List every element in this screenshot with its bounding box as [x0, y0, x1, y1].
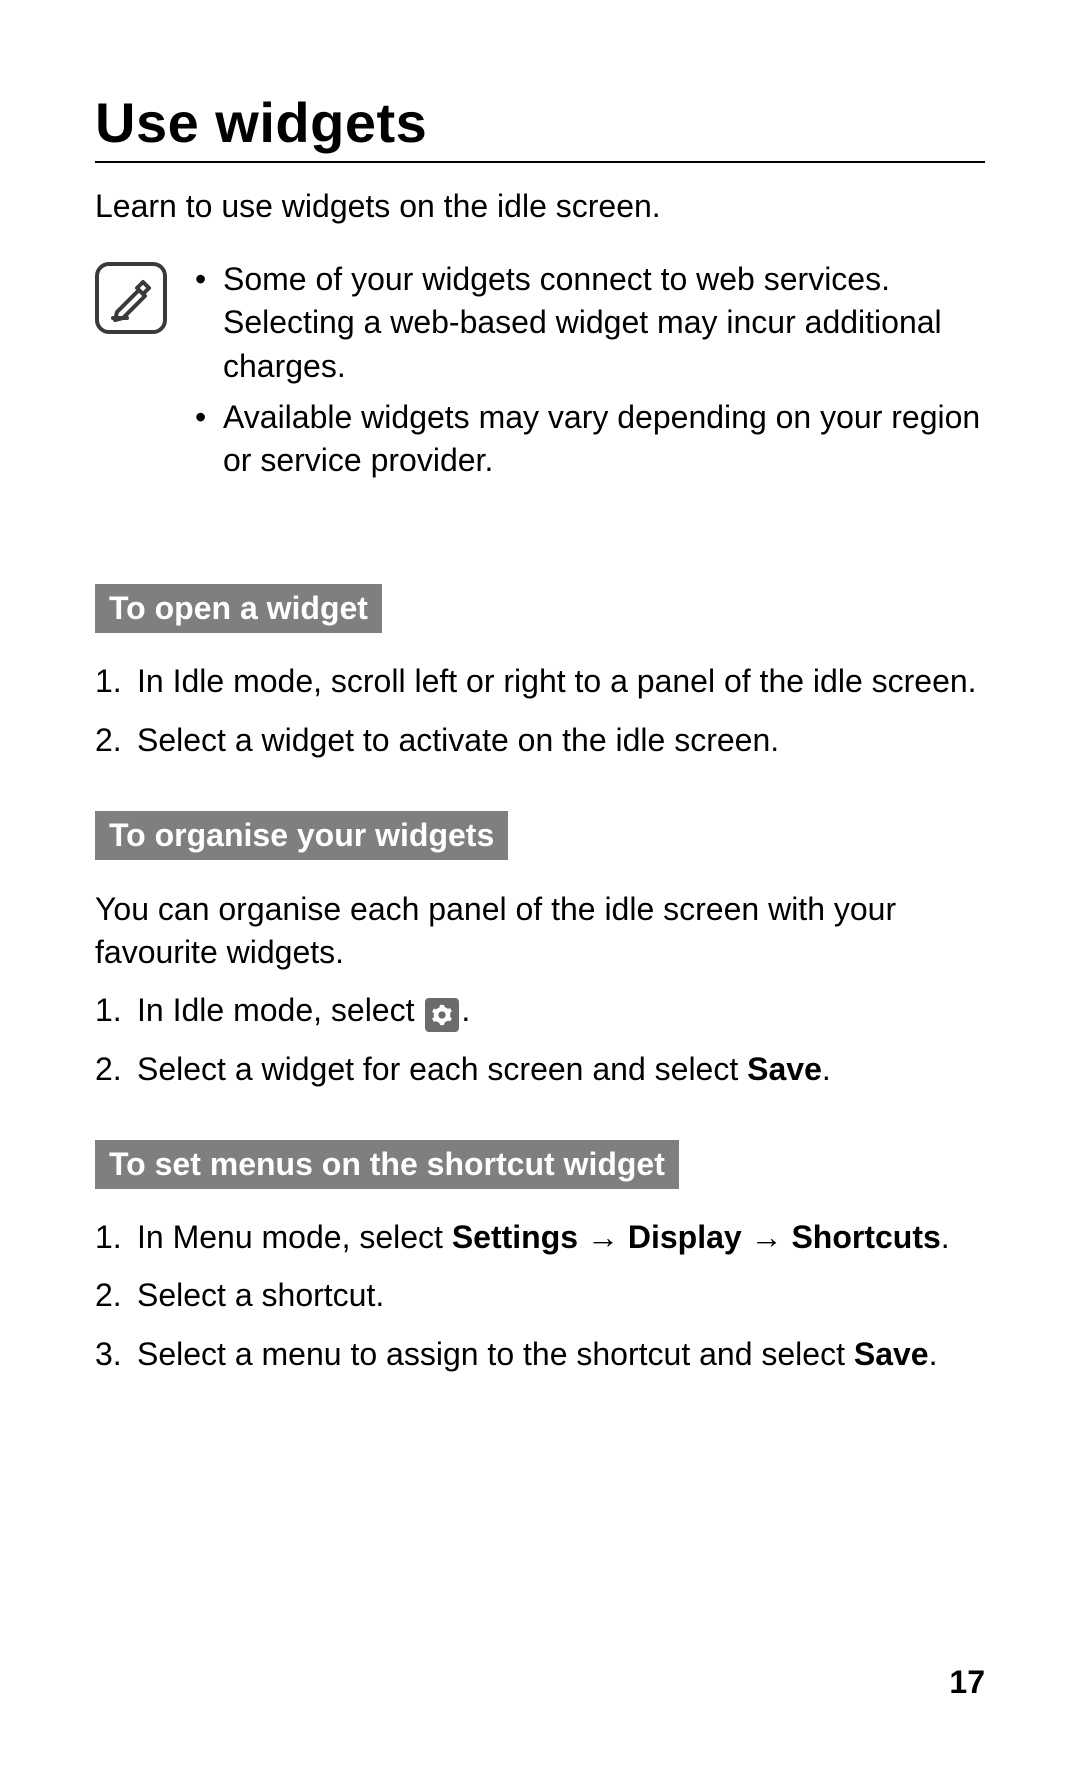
step-item: Select a widget to activate on the idle … — [95, 718, 985, 763]
section-intro: You can organise each panel of the idle … — [95, 888, 985, 974]
bold-label: Save — [854, 1336, 929, 1372]
bold-label: Shortcuts — [791, 1219, 940, 1255]
arrow-icon: → — [742, 1219, 792, 1255]
section-open-widget: To open a widget In Idle mode, scroll le… — [95, 550, 985, 763]
bold-label: Save — [747, 1051, 822, 1087]
step-text: In Menu mode, select — [137, 1219, 452, 1255]
section-shortcut-widget: To set menus on the shortcut widget In M… — [95, 1106, 985, 1377]
note-item: Some of your widgets connect to web serv… — [195, 258, 985, 388]
bold-label: Display — [628, 1219, 742, 1255]
note-list: Some of your widgets connect to web serv… — [195, 258, 985, 490]
step-item: Select a widget for each screen and sele… — [95, 1047, 985, 1092]
steps-list: In Idle mode, select . Select a widget f… — [95, 988, 985, 1092]
page-title: Use widgets — [95, 90, 985, 163]
step-item: In Menu mode, select Settings → Display … — [95, 1215, 985, 1260]
section-organise-widgets: To organise your widgets You can organis… — [95, 777, 985, 1092]
step-text: Select a menu to assign to the shortcut … — [137, 1336, 854, 1372]
step-item: In Idle mode, scroll left or right to a … — [95, 659, 985, 704]
arrow-icon: → — [578, 1219, 628, 1255]
step-text: . — [941, 1219, 950, 1255]
step-item: Select a shortcut. — [95, 1273, 985, 1318]
steps-list: In Menu mode, select Settings → Display … — [95, 1215, 985, 1377]
step-text: . — [822, 1051, 831, 1087]
step-text: Select a widget for each screen and sele… — [137, 1051, 747, 1087]
intro-text: Learn to use widgets on the idle screen. — [95, 185, 985, 228]
page-number: 17 — [949, 1664, 985, 1701]
manual-page: Use widgets Learn to use widgets on the … — [0, 0, 1080, 1771]
gear-icon — [425, 998, 459, 1032]
step-text: . — [929, 1336, 938, 1372]
note-pencil-icon — [95, 262, 167, 334]
step-text: In Idle mode, select — [137, 992, 423, 1028]
note-item: Available widgets may vary depending on … — [195, 396, 985, 482]
steps-list: In Idle mode, scroll left or right to a … — [95, 659, 985, 763]
section-label: To set menus on the shortcut widget — [95, 1140, 679, 1189]
note-block: Some of your widgets connect to web serv… — [95, 258, 985, 490]
step-item: In Idle mode, select . — [95, 988, 985, 1033]
step-item: Select a menu to assign to the shortcut … — [95, 1332, 985, 1377]
bold-label: Settings — [452, 1219, 578, 1255]
step-text: . — [461, 992, 470, 1028]
section-label: To organise your widgets — [95, 811, 508, 860]
section-label: To open a widget — [95, 584, 382, 633]
note-icon-wrap — [95, 262, 167, 334]
